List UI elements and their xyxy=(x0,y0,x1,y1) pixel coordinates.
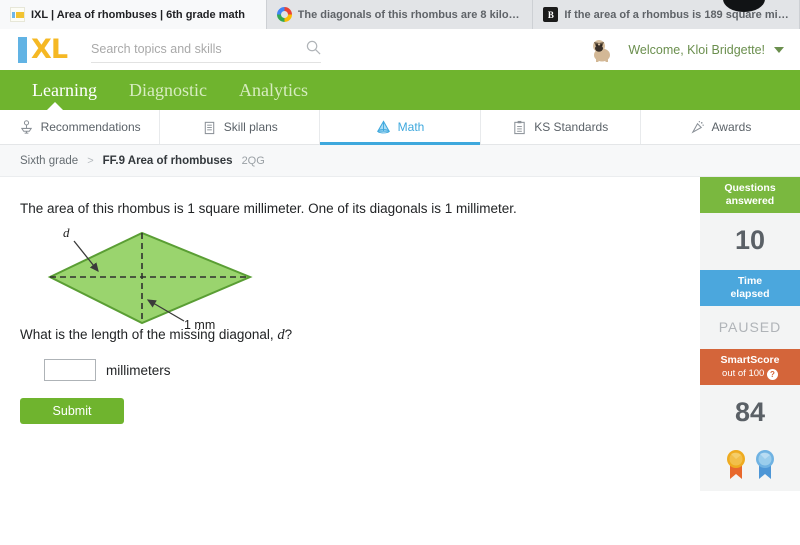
smartscore-sub-text: out of 100 xyxy=(722,368,765,379)
question-ask-suffix: ? xyxy=(284,327,293,342)
tab-math[interactable]: Math xyxy=(320,110,481,145)
questions-answered-label-1: Questions xyxy=(724,182,776,194)
questions-answered-header: Questions answered xyxy=(700,177,800,213)
tab-skill-plans[interactable]: Skill plans xyxy=(160,110,321,144)
browser-tab-title: If the area of a rhombus is 189 square m… xyxy=(564,8,790,21)
pug-avatar xyxy=(593,39,611,62)
question-ask: What is the length of the missing diagon… xyxy=(20,327,292,344)
smartscore-value: 84 xyxy=(734,397,766,427)
search-box[interactable] xyxy=(91,36,322,63)
time-elapsed-label-1: Time xyxy=(737,275,763,287)
answer-unit-label: millimeters xyxy=(106,362,171,378)
score-panel: Questions answered 10 Time elapsed PAUSE… xyxy=(700,177,800,491)
answer-input[interactable] xyxy=(44,359,96,381)
user-menu[interactable]: Welcome, Kloi Bridgette! xyxy=(589,29,784,70)
browser-tab-title: The diagonals of this rhombus are 8 kilo… xyxy=(297,8,523,21)
recommendations-icon xyxy=(20,119,32,134)
smartscore-header: SmartScore out of 100 ? xyxy=(700,349,800,385)
question-area: The area of this rhombus is 1 square mil… xyxy=(0,177,800,527)
skill-plans-icon xyxy=(204,121,215,134)
rhombus-figure: d 1 mm xyxy=(47,225,253,332)
search-icon[interactable] xyxy=(306,40,321,55)
logo-i-bar xyxy=(18,36,27,63)
browser-tab-0[interactable]: IXL | Area of rhombuses | 6th grade math xyxy=(0,0,267,29)
questions-answered-value: 10 xyxy=(734,225,766,255)
browser-tab-title: IXL | Area of rhombuses | 6th grade math xyxy=(31,8,245,21)
welcome-text: Welcome, Kloi Bridgette! xyxy=(628,42,765,57)
tab-label: Awards xyxy=(711,120,752,134)
main-nav: Learning Diagnostic Analytics xyxy=(0,70,800,111)
search-input[interactable] xyxy=(91,36,322,61)
award-ribbons xyxy=(700,442,800,481)
logo-xl-text: XL xyxy=(31,33,68,65)
math-icon xyxy=(376,119,390,133)
awards-icon xyxy=(691,120,704,134)
google-icon xyxy=(276,7,292,22)
sub-nav: Recommendations Skill plans Math KS Stan… xyxy=(0,110,800,145)
rhombus-shape xyxy=(47,231,253,325)
browser-tab-1[interactable]: The diagonals of this rhombus are 8 kilo… xyxy=(266,0,534,29)
ixl-icon xyxy=(10,7,25,22)
browser-tab-strip: IXL | Area of rhombuses | 6th grade math… xyxy=(0,0,800,29)
time-elapsed-value: PAUSED xyxy=(718,319,782,335)
smartscore-label: SmartScore xyxy=(720,354,780,366)
nav-item-learning[interactable]: Learning xyxy=(16,70,113,110)
nav-item-analytics[interactable]: Analytics xyxy=(223,70,324,110)
tab-ks-standards[interactable]: KS Standards xyxy=(481,110,641,144)
help-icon[interactable]: ? xyxy=(766,369,778,380)
breadcrumb-separator: > xyxy=(87,154,94,167)
breadcrumb: Sixth grade > FF.9 Area of rhombuses 2QG xyxy=(0,145,800,177)
tab-label: Math xyxy=(397,120,425,134)
ixl-logo[interactable]: XL xyxy=(18,33,69,65)
question-variable: d xyxy=(277,327,285,343)
tab-recommendations[interactable]: Recommendations xyxy=(0,110,161,144)
question-ask-prefix: What is the length of the missing diagon… xyxy=(20,327,278,342)
questions-answered-label-2: answered xyxy=(725,195,775,207)
question-prompt: The area of this rhombus is 1 square mil… xyxy=(20,201,517,216)
nav-item-diagnostic[interactable]: Diagnostic xyxy=(113,70,223,110)
chevron-down-icon[interactable] xyxy=(774,46,784,53)
tab-awards[interactable]: Awards xyxy=(641,110,800,144)
time-elapsed-label-2: elapsed xyxy=(730,288,770,300)
tab-label: Recommendations xyxy=(40,120,141,134)
breadcrumb-grade[interactable]: Sixth grade xyxy=(20,155,78,167)
figure-label-d: d xyxy=(63,225,70,240)
brainly-icon: B xyxy=(543,7,559,22)
time-elapsed-header: Time elapsed xyxy=(700,270,800,306)
ribbon-gold-icon xyxy=(726,450,745,479)
breadcrumb-skill: FF.9 Area of rhombuses xyxy=(102,154,233,167)
submit-button[interactable]: Submit xyxy=(20,398,124,424)
tab-label: Skill plans xyxy=(223,120,278,134)
breadcrumb-code: 2QG xyxy=(241,154,265,167)
standards-icon xyxy=(514,120,525,134)
answer-row: millimeters xyxy=(44,359,171,381)
smartscore-sub: out of 100 ? xyxy=(702,367,798,380)
tab-label: KS Standards xyxy=(534,120,609,134)
ribbon-blue-icon xyxy=(755,450,774,479)
site-header: XL Welcome, Kloi Bridgette! xyxy=(0,29,800,70)
